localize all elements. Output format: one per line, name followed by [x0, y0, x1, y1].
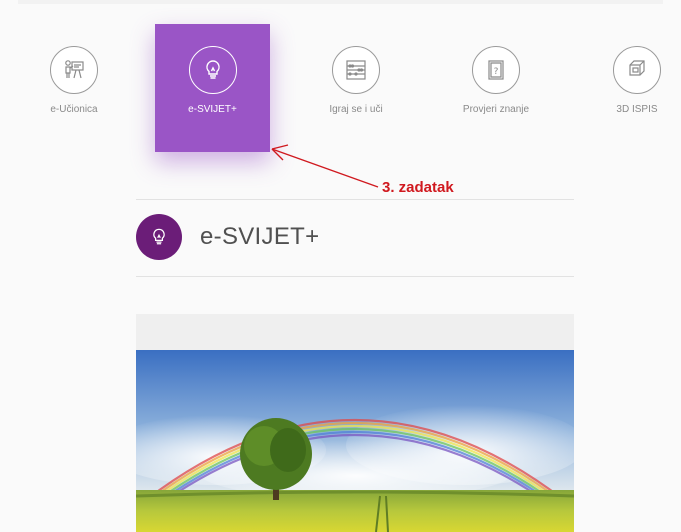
main-nav: e-Učionica e-SVIJET+ Igraj se i uči ? Pr… [0, 0, 681, 170]
nav-item-e-svijet[interactable]: e-SVIJET+ [155, 24, 270, 152]
nav-item-provjeri-znanje[interactable]: ? Provjeri znanje [441, 24, 551, 152]
question-book-icon: ? [472, 46, 520, 94]
nav-item-label: Igraj se i uči [329, 104, 383, 115]
nav-item-label: e-SVIJET+ [188, 104, 237, 115]
nav-item-3d-ispis[interactable]: 3D ISPIS [582, 24, 681, 152]
lightbulb-icon [136, 214, 182, 260]
lightbulb-icon [188, 46, 237, 94]
content-card[interactable] [136, 314, 574, 532]
rainbow-tree-field-image [136, 350, 574, 532]
nav-item-e-ucionica[interactable]: e-Učionica [19, 24, 129, 152]
section-header: e-SVIJET+ [136, 209, 574, 265]
nav-item-label: e-Učionica [50, 104, 98, 115]
divider [136, 276, 574, 277]
page: e-Učionica e-SVIJET+ Igraj se i uči ? Pr… [0, 0, 681, 532]
svg-text:?: ? [494, 67, 499, 77]
annotation-label: 3. zadatak [382, 179, 454, 196]
divider [136, 199, 574, 200]
nav-item-label: 3D ISPIS [616, 104, 658, 115]
3d-cube-icon [613, 46, 661, 94]
teacher-board-icon [50, 46, 98, 94]
nav-item-igraj-se-i-uci[interactable]: Igraj se i uči [301, 24, 411, 152]
abacus-icon [332, 46, 380, 94]
card-header [136, 314, 574, 350]
section-title: e-SVIJET+ [200, 223, 320, 250]
nav-item-label: Provjeri znanje [462, 104, 530, 115]
